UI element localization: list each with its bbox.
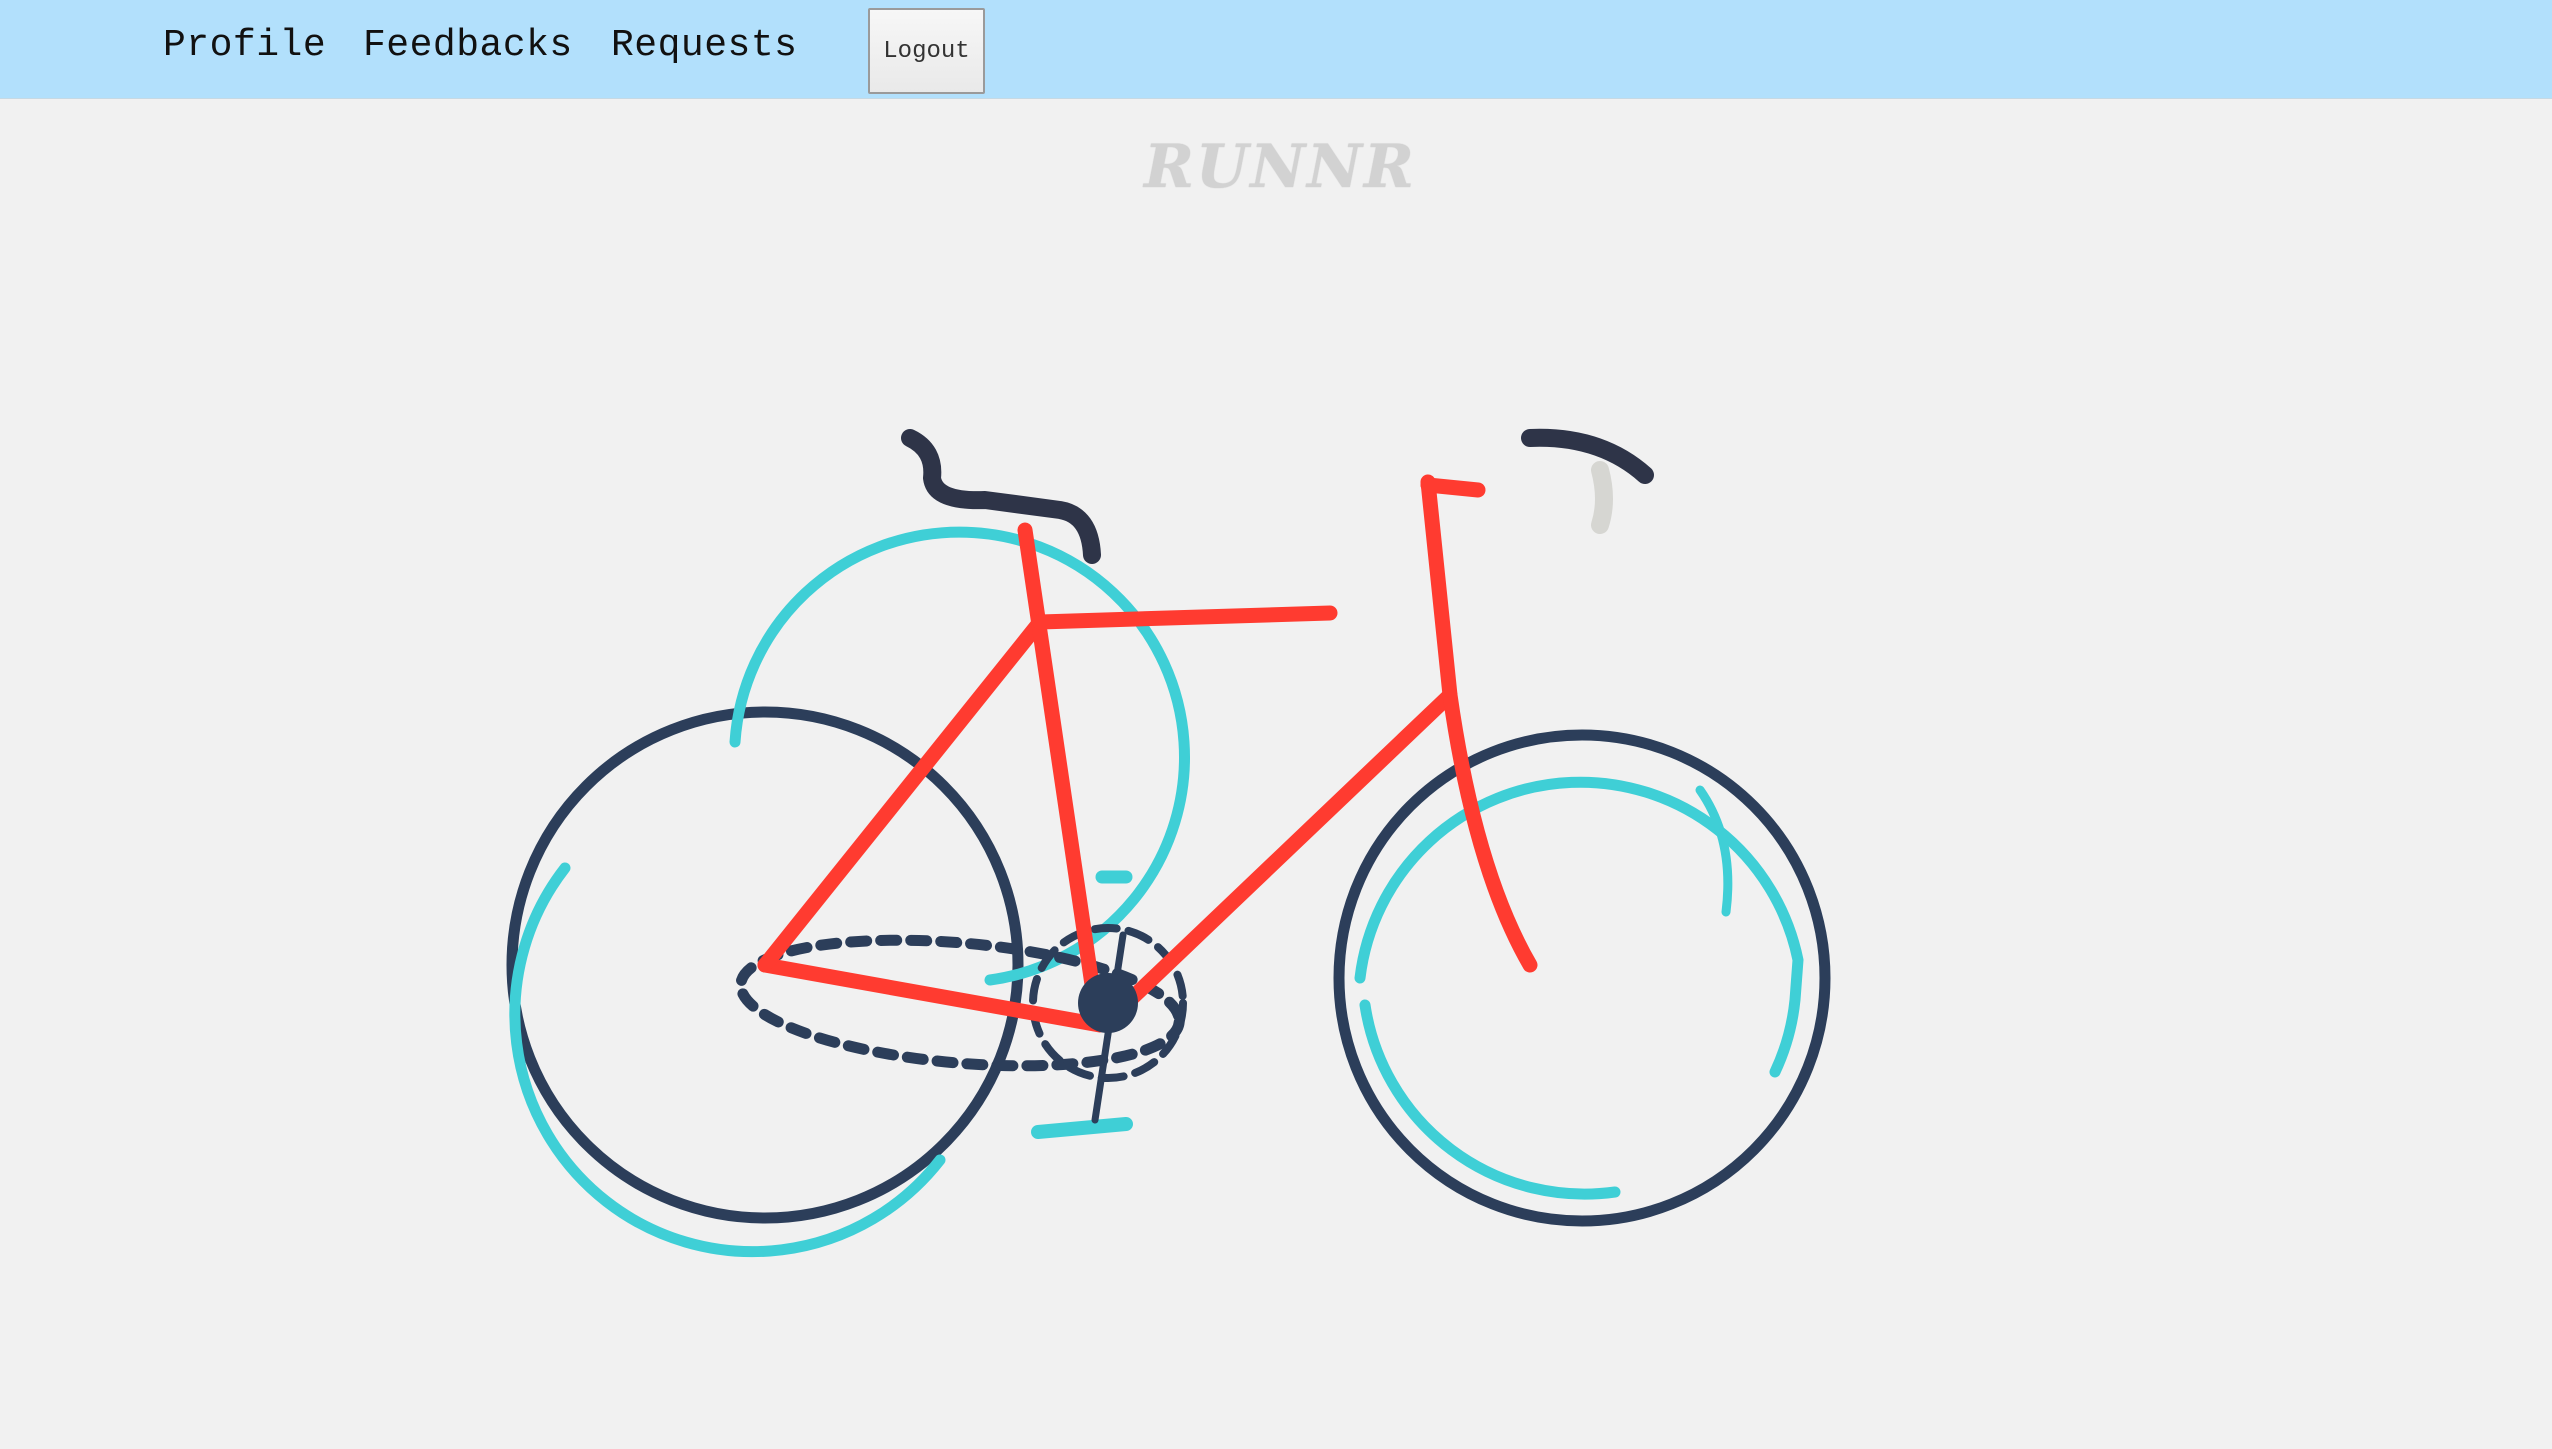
frame-seattube [1017,522,1103,1013]
bottom-bracket [1078,973,1138,1033]
frame-stem [1420,477,1486,498]
frame-chainstay [757,957,1108,1033]
handlebar [1521,428,1654,484]
front-inner-arc [1695,785,1733,917]
front-tire [1333,729,1831,1227]
frame-downtube [1122,687,1458,1008]
pedal-bottom [1031,1117,1133,1139]
bicycle-svg [506,428,1831,1258]
frame-fork [1420,474,1538,973]
frame-toptube [1032,605,1338,630]
front-rim-lower [1359,999,1621,1200]
front-rim [1354,776,1804,1078]
bicycle-illustration [0,0,2552,1444]
frame-seatstay [757,614,1048,973]
handlebar-grip [1591,461,1613,534]
